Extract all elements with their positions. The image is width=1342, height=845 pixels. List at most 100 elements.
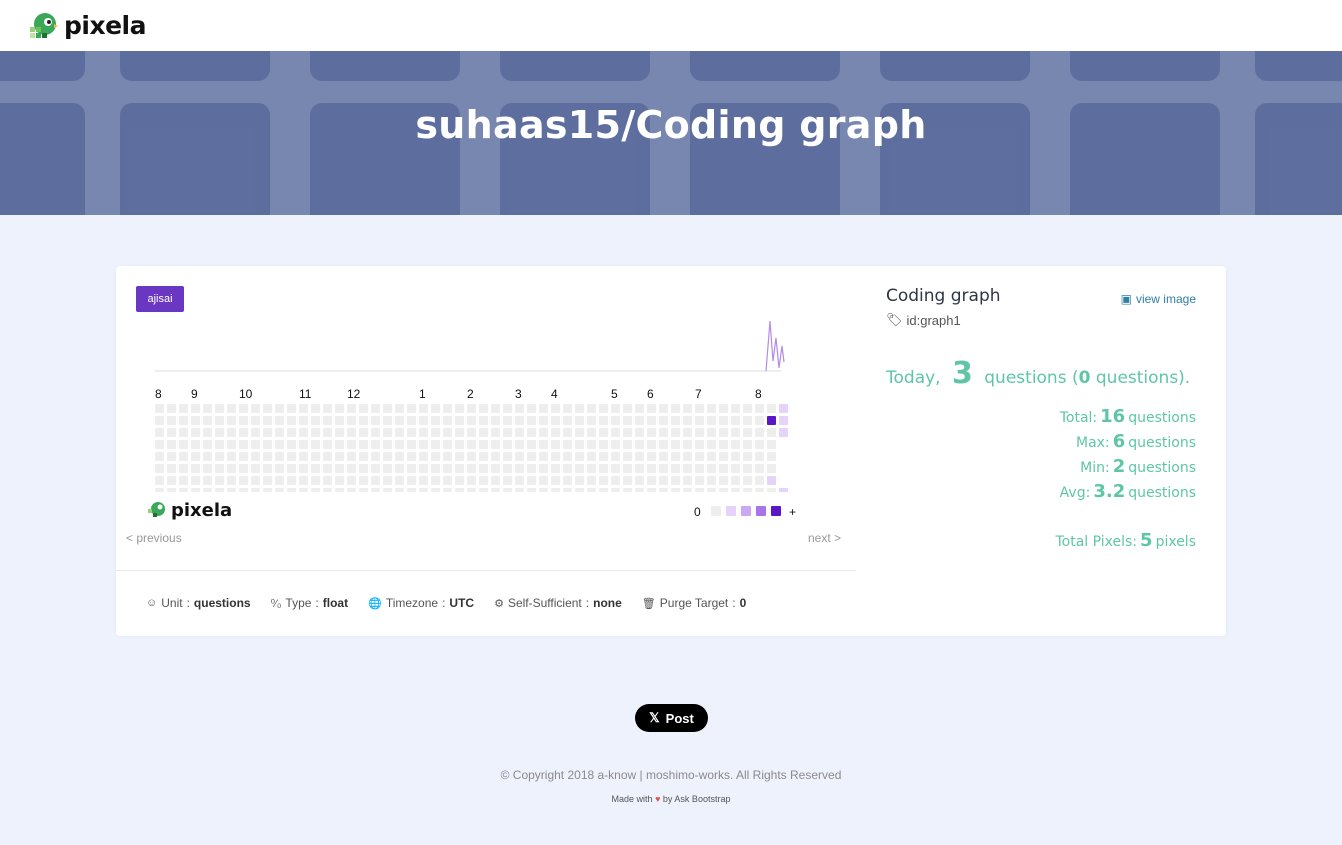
meta-self-sufficient: ⚙ Self-Sufficient : none [494,596,622,610]
pixel-cell [695,440,704,449]
meta-unit: ☺ Unit : questions [146,596,251,610]
pixel-cell [743,452,752,461]
pixel-cell [419,476,428,485]
stat-unit: questions [1128,485,1196,501]
pixel-cell [335,476,344,485]
hero-banner: suhaas15/Coding graph [0,51,1342,215]
pixel-cell [479,476,488,485]
pixel-cell [275,464,284,473]
meta-purge-label: Purge Target [659,596,729,610]
pixel-cell [659,488,668,492]
meta-type-value: float [322,596,349,610]
x-post-button[interactable]: 𝕏 Post [635,704,708,732]
pixel-cell [623,464,632,473]
pixel-cell [539,404,548,413]
graph-id: 🏷 id:graph1 [886,312,1196,328]
pixel-cell [227,476,236,485]
pixel-cell [191,404,200,413]
meta-type-label: Type [285,596,312,610]
month-label: 1 [419,387,426,401]
pixel-cell [659,464,668,473]
pixel-cell [671,464,680,473]
pixel-cell [479,452,488,461]
pixel-cell [287,488,296,492]
pixel-cell [395,452,404,461]
pixel-cell [395,404,404,413]
pixel-cell [707,488,716,492]
pixel-cell [215,464,224,473]
pixel-cell [347,452,356,461]
view-image-link[interactable]: ▣ view image [1121,292,1196,306]
globe-icon: 🌐 [368,597,382,610]
month-label: 11 [299,387,312,401]
pixel-cell [719,428,728,437]
next-link[interactable]: next > [808,531,841,545]
previous-link[interactable]: < previous [126,531,182,545]
pixel-cell [491,452,500,461]
user-circle-icon: ☺ [146,597,158,609]
pixel-cell [251,440,260,449]
pixel-cell [695,452,704,461]
graph-stats: Total: 16 questions Max: 6 questions Min: 2 qu… [886,405,1196,554]
pixela-small-logo-text: pixela [171,500,232,521]
pixel-cell [383,488,392,492]
pixel-cell [275,476,284,485]
pixel-cell [323,464,332,473]
pixel-cell [335,428,344,437]
month-label: 9 [191,387,198,401]
pixel-cell [419,464,428,473]
pixel-cell [623,440,632,449]
pixel-cell [551,440,560,449]
pixel-cell [671,416,680,425]
legend-swatch [711,506,721,516]
pixel-cell [167,416,176,425]
pixel-cell [479,464,488,473]
pixel-cell [599,404,608,413]
stat-avg-value: 3.2 [1093,481,1126,502]
pixel-cell [395,464,404,473]
pixel-cell [299,428,308,437]
pixel-cell [731,464,740,473]
pixel-cell [227,416,236,425]
month-label: 4 [551,387,558,401]
pixel-cell [647,464,656,473]
pixel-cell [167,440,176,449]
pixel-cell [659,476,668,485]
pixel-cell [239,488,248,492]
pixel-cell [323,428,332,437]
pixel-cell [527,452,536,461]
pixel-cell [395,440,404,449]
pixel-cell [299,476,308,485]
pixel-cell [575,488,584,492]
pixel-cell [611,416,620,425]
pixel-cell [155,476,164,485]
pixel-graph: 8 9 10 11 12 1 2 3 4 5 6 7 8pixela 0 + [148,320,796,521]
pixel-cell [263,476,272,485]
pixel-cell [299,464,308,473]
pixel-cell [191,416,200,425]
pixel-cell [443,440,452,449]
pixela-logo[interactable]: pixela [28,11,147,41]
pixel-cell [227,404,236,413]
pixel-cell [347,476,356,485]
pixel-cell [359,404,368,413]
meta-separator: : [186,596,190,610]
pixel-cell [407,440,416,449]
pixel-cell [647,404,656,413]
pixel-cell [287,428,296,437]
made-prefix: Made with [611,794,653,804]
stat-min: Min: 2 questions [886,455,1196,480]
pixel-cell [179,488,188,492]
pixel-cell [275,428,284,437]
pixel-cell [155,464,164,473]
stat-unit: questions [1128,460,1196,476]
pixel-cell [527,464,536,473]
pixel-cell [767,452,776,461]
line-chart-series [765,320,785,372]
pixel-cell [203,416,212,425]
pixel-cell [335,488,344,492]
pixel-cell [395,476,404,485]
pixel-cell [167,488,176,492]
pixel-cell [515,488,524,492]
pixel-cell [191,476,200,485]
